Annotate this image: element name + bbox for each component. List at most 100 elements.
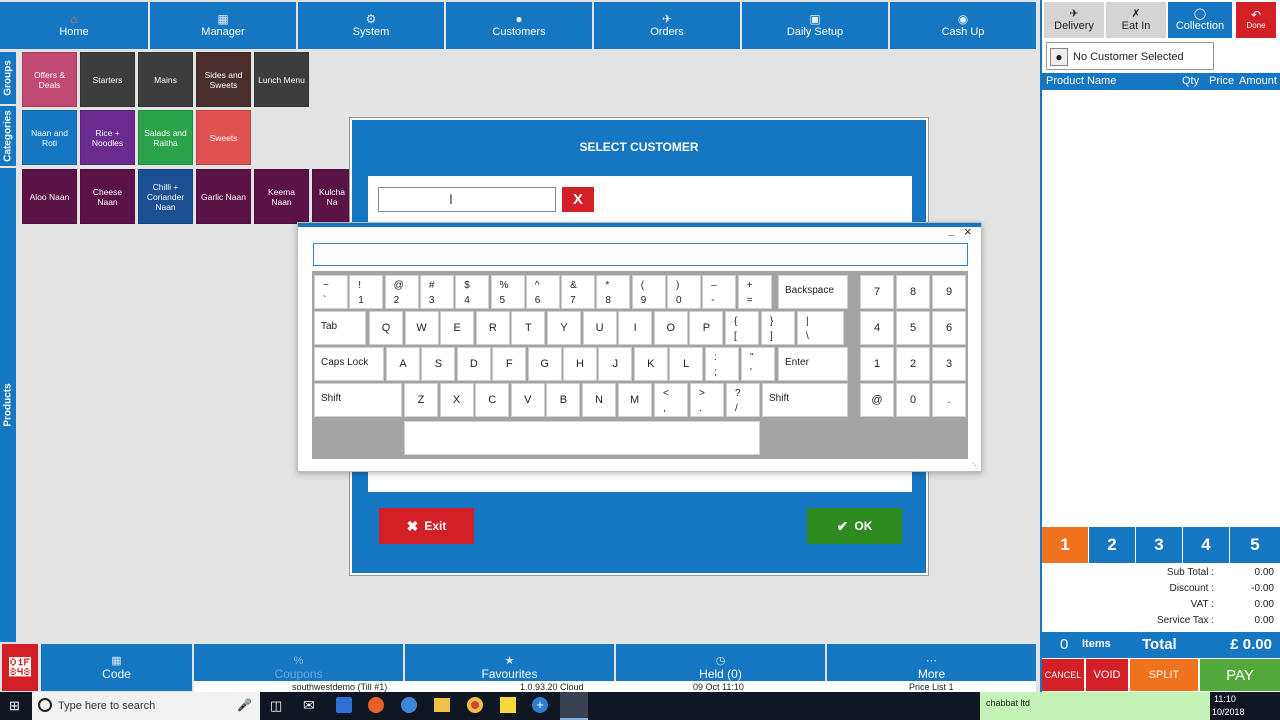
products-tab[interactable]: Products: [0, 168, 16, 642]
group-tile[interactable]: Starters: [80, 52, 135, 107]
key-l[interactable]: L: [669, 347, 704, 381]
task-view-icon[interactable]: ◫: [270, 698, 282, 714]
caps-lock-key[interactable]: Caps Lock: [314, 347, 384, 381]
done-button[interactable]: ↶ Done: [1236, 2, 1276, 38]
numpad-key[interactable]: 6: [932, 311, 966, 345]
key-o[interactable]: O: [653, 311, 688, 345]
key-6[interactable]: ^ 6: [525, 275, 560, 309]
group-tile[interactable]: Sides and Sweets: [196, 52, 251, 107]
nav-system-button[interactable]: ⚙ System: [298, 2, 444, 49]
category-tile[interactable]: Naan and Roti: [22, 110, 77, 165]
file-explorer-icon[interactable]: [434, 698, 450, 712]
close-keyboard-button[interactable]: ×: [964, 225, 972, 238]
numpad-key[interactable]: 8: [896, 275, 930, 309]
right-shift-key[interactable]: Shift: [762, 383, 848, 417]
void-button[interactable]: VOID: [1086, 659, 1128, 691]
key-m[interactable]: M: [617, 383, 652, 417]
order-tab-1[interactable]: 1: [1042, 527, 1088, 563]
product-tile[interactable]: Cheese Naan: [80, 169, 135, 224]
order-tab-2[interactable]: 2: [1089, 527, 1135, 563]
key-j[interactable]: J: [598, 347, 633, 381]
numpad-key[interactable]: 2: [896, 347, 930, 381]
key-u[interactable]: U: [582, 311, 617, 345]
pos-app-taskbar-icon[interactable]: [560, 692, 588, 720]
key-punct-r4-2[interactable]: ? /: [726, 383, 760, 417]
key-n[interactable]: N: [582, 383, 616, 417]
key-r[interactable]: R: [475, 311, 510, 345]
windows-start-icon[interactable]: ⊞: [9, 699, 22, 712]
product-tile[interactable]: Aloo Naan: [22, 169, 77, 224]
key-s[interactable]: S: [421, 347, 456, 381]
key-5[interactable]: % 5: [490, 275, 525, 309]
key-d[interactable]: D: [456, 347, 491, 381]
pay-button[interactable]: PAY: [1200, 659, 1280, 691]
key-`[interactable]: ~ `: [314, 275, 348, 309]
key-bracket-1[interactable]: }]: [761, 311, 795, 345]
firefox-icon[interactable]: [368, 697, 384, 713]
key-punct-0[interactable]: :;: [705, 347, 739, 381]
numpad-key[interactable]: 1: [860, 347, 894, 381]
key-k[interactable]: K: [633, 347, 668, 381]
enter-key[interactable]: Enter: [778, 347, 848, 381]
key-i[interactable]: I: [618, 311, 653, 345]
numpad-key[interactable]: 7: [860, 275, 894, 309]
order-tab-5[interactable]: 5: [1230, 527, 1280, 563]
key-z[interactable]: Z: [404, 383, 438, 417]
groups-tab[interactable]: Groups: [0, 52, 16, 104]
nav-manager-button[interactable]: ▦ Manager: [150, 2, 296, 49]
nav-home-button[interactable]: ⌂ Home: [0, 2, 148, 49]
numpad-key[interactable]: .: [932, 383, 966, 417]
key-1[interactable]: ! 1: [349, 275, 384, 309]
dropbox-icon[interactable]: [336, 697, 352, 713]
numpad-key[interactable]: 9: [932, 275, 966, 309]
key-0[interactable]: ) 0: [667, 275, 701, 309]
edge-icon[interactable]: [401, 697, 417, 713]
numpad-key[interactable]: 4: [860, 311, 894, 345]
delivery-tab[interactable]: ✈ Delivery: [1044, 2, 1104, 38]
group-tile[interactable]: Mains: [138, 52, 193, 107]
group-tile[interactable]: Offers & Deals: [22, 52, 77, 107]
nav-customers-button[interactable]: ● Customers: [446, 2, 592, 49]
product-tile[interactable]: Kulcha Na: [312, 169, 352, 224]
minimize-button[interactable]: _: [948, 225, 954, 237]
taskbar-notification[interactable]: chabbat ltd: [980, 692, 1210, 720]
split-button[interactable]: SPLIT: [1130, 659, 1198, 691]
collection-tab[interactable]: ◯ Collection: [1168, 2, 1232, 38]
nav-cash-up-button[interactable]: ◉ Cash Up: [890, 2, 1036, 49]
key-4[interactable]: $4: [455, 275, 490, 309]
key-punct-1[interactable]: " ': [741, 347, 775, 381]
exit-button[interactable]: ✖ Exit: [379, 508, 474, 544]
key-punct-r4-1[interactable]: >.: [690, 383, 724, 417]
key-e[interactable]: E: [440, 311, 475, 345]
ok-button[interactable]: ✔ OK: [807, 508, 902, 544]
tab-key[interactable]: Tab: [314, 311, 366, 345]
mail-icon[interactable]: ✉: [303, 697, 315, 714]
code-button[interactable]: ▦ Code: [41, 644, 192, 691]
key-bracket-2[interactable]: | \: [797, 311, 844, 345]
customer-search-input[interactable]: I: [378, 187, 556, 212]
category-tile[interactable]: Rice + Noodles: [80, 110, 135, 165]
key-c[interactable]: C: [475, 383, 510, 417]
order-tab-3[interactable]: 3: [1136, 527, 1182, 563]
chrome-icon[interactable]: [467, 697, 483, 713]
back-button[interactable]: 🡈: [2, 644, 38, 691]
nav-daily-setup-button[interactable]: ▣ Daily Setup: [742, 2, 888, 49]
keyboard-input-field[interactable]: [313, 243, 968, 266]
numpad-key[interactable]: 0: [896, 383, 930, 417]
group-tile[interactable]: Lunch Menu: [254, 52, 309, 107]
key-w[interactable]: W: [404, 311, 439, 345]
nav-orders-button[interactable]: ✈ Orders: [594, 2, 740, 49]
product-tile[interactable]: Garlic Naan: [196, 169, 251, 224]
key-3[interactable]: #3: [419, 275, 454, 309]
category-tile[interactable]: Salads and Raitha: [138, 110, 193, 165]
plus-app-icon[interactable]: +: [532, 697, 548, 713]
key-f[interactable]: F: [492, 347, 527, 381]
key-bracket-0[interactable]: {[: [725, 311, 759, 345]
key-v[interactable]: V: [510, 383, 545, 417]
category-tile[interactable]: Sweets: [196, 110, 251, 165]
left-shift-key[interactable]: Shift: [314, 383, 402, 417]
key-7[interactable]: & 7: [561, 275, 596, 309]
resize-grip-icon[interactable]: ⋱: [972, 462, 979, 470]
product-tile[interactable]: Chilli + Coriander Naan: [138, 169, 193, 224]
key-g[interactable]: G: [527, 347, 562, 381]
